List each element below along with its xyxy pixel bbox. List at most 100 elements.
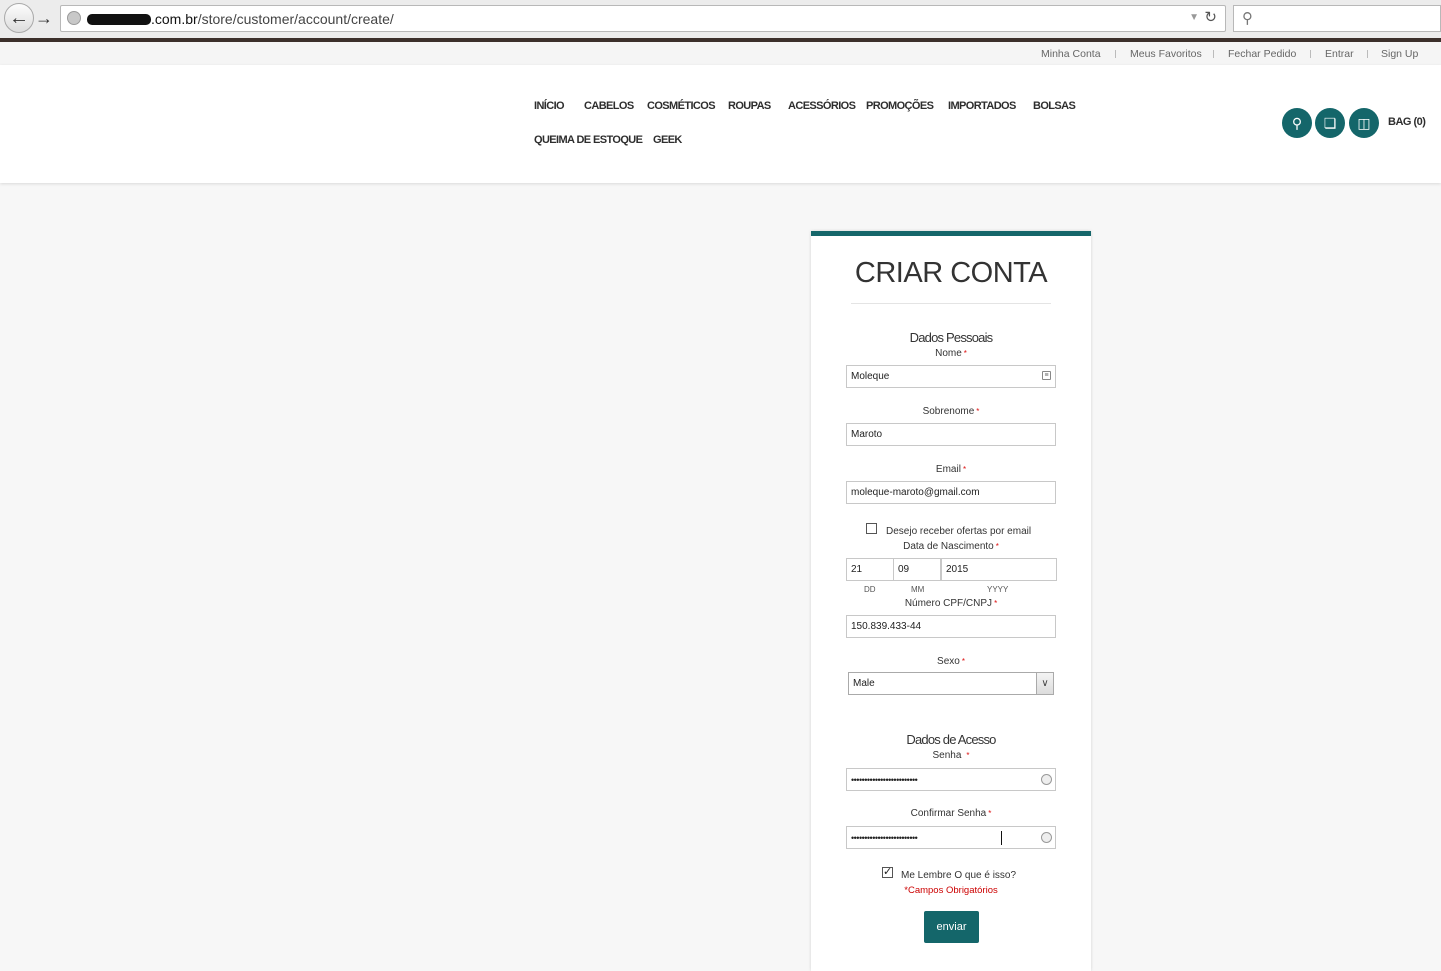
newsletter-label: Desejo receber ofertas por email xyxy=(886,526,1032,537)
senha-value: ••••••••••••••••••••••••• xyxy=(851,775,918,785)
link-minha-conta[interactable]: Minha Conta xyxy=(1041,48,1101,60)
link-separator xyxy=(1310,50,1311,58)
email-label-text: Email xyxy=(935,464,961,475)
required-mark: * xyxy=(963,349,967,358)
sexo-value: Male xyxy=(853,678,875,689)
url-path: /store/customer/account/create/ xyxy=(197,11,394,27)
required-mark: * xyxy=(966,751,970,760)
menu-item-importados[interactable]: IMPORTADOS xyxy=(948,100,1016,112)
globe-icon xyxy=(67,11,81,25)
cpf-label: Número CPF/CNPJ * xyxy=(811,598,1091,609)
nome-value: Moleque xyxy=(851,371,890,382)
cpf-value: 150.839.433-44 xyxy=(851,621,922,632)
create-account-form: CRIAR CONTA Dados Pessoais Nome * Moleque… xyxy=(811,231,1091,971)
url-host: .com.br xyxy=(151,11,198,27)
dob-label: Data de Nascimento * xyxy=(811,541,1091,552)
confirm-senha-label: Confirmar Senha * xyxy=(811,808,1091,819)
back-arrow-icon[interactable]: ← xyxy=(4,3,34,33)
required-mark: * xyxy=(988,809,992,818)
required-mark: * xyxy=(994,599,998,608)
dob-year-input[interactable]: 2015 xyxy=(941,558,1057,581)
browser-toolbar: ← → .com.br/store/customer/account/creat… xyxy=(0,0,1441,39)
required-mark: * xyxy=(962,465,967,474)
sexo-select[interactable]: Male ∨ xyxy=(848,672,1054,695)
dob-label-text: Data de Nascimento xyxy=(903,541,994,552)
menu-item-queima-de-estoque[interactable]: QUEIMA DE ESTOQUE xyxy=(534,134,643,146)
sobrenome-field[interactable]: Maroto xyxy=(846,423,1056,446)
basket-icon[interactable]: ◫ xyxy=(1349,108,1379,138)
wishlist-icon[interactable]: ❏ xyxy=(1315,108,1345,138)
menu-item-acessorios[interactable]: ACESSÓRIOS xyxy=(788,100,856,112)
section-title-access: Dados de Acesso xyxy=(906,732,996,747)
cpf-field[interactable]: 150.839.433-44 xyxy=(846,615,1056,638)
link-separator xyxy=(1115,50,1116,58)
required-mark: * xyxy=(976,407,980,416)
text-cursor xyxy=(1001,831,1002,845)
menu-item-inicio[interactable]: INÍCIO xyxy=(534,100,565,112)
link-meus-favoritos[interactable]: Meus Favoritos xyxy=(1130,48,1202,60)
reload-icon[interactable]: ↻ xyxy=(1204,8,1217,26)
senha-label-text: Senha xyxy=(932,750,962,761)
contact-card-icon: ≡ xyxy=(1042,371,1051,380)
sexo-label: Sexo * xyxy=(811,656,1091,667)
confirm-senha-field[interactable]: ••••••••••••••••••••••••• xyxy=(846,826,1056,849)
search-icon[interactable]: ⚲ xyxy=(1282,108,1312,138)
required-mark: * xyxy=(961,657,965,666)
link-fechar-pedido[interactable]: Fechar Pedido xyxy=(1228,48,1296,60)
dob-day-hint: DD xyxy=(864,585,876,594)
dob-year-hint: YYYY xyxy=(987,585,1009,594)
sexo-label-text: Sexo xyxy=(937,656,960,667)
menu-item-geek[interactable]: GEEK xyxy=(653,134,682,146)
section-title-personal: Dados Pessoais xyxy=(909,330,994,345)
menu-item-roupas[interactable]: ROUPAS xyxy=(728,100,771,112)
cpf-label-text: Número CPF/CNPJ xyxy=(904,598,993,609)
email-label: Email * xyxy=(811,464,1091,475)
menu-item-promocoes[interactable]: PROMOÇÕES xyxy=(866,100,934,112)
menu-item-bolsas[interactable]: BOLSAS xyxy=(1033,100,1076,112)
address-bar[interactable]: .com.br/store/customer/account/create/ ▼… xyxy=(60,5,1226,32)
title-divider xyxy=(851,303,1051,304)
email-field[interactable]: moleque-maroto@gmail.com xyxy=(846,481,1056,504)
confirm-senha-value: ••••••••••••••••••••••••• xyxy=(851,833,918,843)
link-separator xyxy=(1367,50,1368,58)
search-icon: ⚲ xyxy=(1242,10,1253,27)
forward-arrow-icon[interactable]: → xyxy=(32,6,56,30)
chevron-down-icon[interactable]: ∨ xyxy=(1036,673,1053,694)
remember-me-checkbox[interactable]: ✓ xyxy=(882,867,893,878)
site-header: INÍCIO CABELOS COSMÉTICOS ROUPAS ACESSÓR… xyxy=(0,65,1441,183)
submit-button[interactable]: enviar xyxy=(924,911,979,943)
email-value: moleque-maroto@gmail.com xyxy=(851,487,980,498)
top-links-bar: Minha Conta Meus Favoritos Fechar Pedido… xyxy=(0,42,1441,65)
nome-label-text: Nome xyxy=(935,348,962,359)
url-text: .com.br/store/customer/account/create/ xyxy=(151,11,394,27)
required-mark: * xyxy=(995,542,999,551)
required-fields-note: *Campos Obrigatórios xyxy=(904,885,998,896)
redacted-domain xyxy=(87,14,151,25)
menu-item-cosmeticos[interactable]: COSMÉTICOS xyxy=(647,100,716,112)
dob-month-hint: MM xyxy=(911,585,925,594)
page-title: CRIAR CONTA xyxy=(854,257,1048,289)
confirm-senha-label-text: Confirmar Senha xyxy=(910,808,987,819)
sobrenome-label: Sobrenome * xyxy=(811,406,1091,417)
newsletter-checkbox[interactable] xyxy=(866,523,877,534)
bag-count[interactable]: BAG (0) xyxy=(1388,116,1426,128)
browser-search-input[interactable]: ⚲ xyxy=(1233,5,1441,32)
dob-month-value: 09 xyxy=(898,564,910,575)
dob-day-value: 21 xyxy=(851,564,863,575)
link-sign-up[interactable]: Sign Up xyxy=(1381,48,1418,60)
password-key-icon xyxy=(1041,774,1052,785)
nome-label: Nome * xyxy=(811,348,1091,359)
nome-field[interactable]: Moleque ≡ xyxy=(846,365,1056,388)
senha-label: Senha * xyxy=(811,750,1091,761)
dob-day-input[interactable]: 21 xyxy=(846,558,894,581)
remember-me-label[interactable]: Me Lembre O que é isso? xyxy=(901,870,1016,881)
senha-field[interactable]: ••••••••••••••••••••••••• xyxy=(846,768,1056,791)
sobrenome-label-text: Sobrenome xyxy=(922,406,975,417)
password-key-icon xyxy=(1041,832,1052,843)
dob-month-input[interactable]: 09 xyxy=(893,558,941,581)
dob-year-value: 2015 xyxy=(946,564,969,575)
link-entrar[interactable]: Entrar xyxy=(1325,48,1354,60)
menu-item-cabelos[interactable]: CABELOS xyxy=(584,100,634,112)
chevron-down-icon[interactable]: ▼ xyxy=(1189,12,1199,23)
sobrenome-value: Maroto xyxy=(851,429,883,440)
